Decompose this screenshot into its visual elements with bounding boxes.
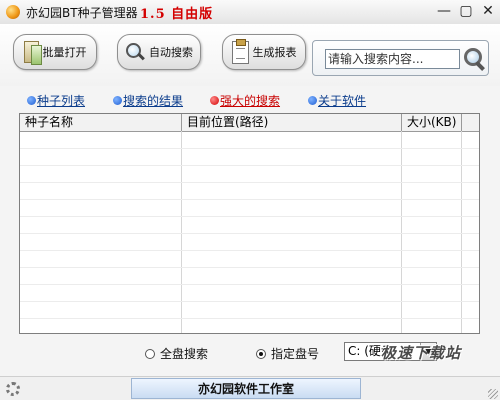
radio-indicator <box>145 348 155 359</box>
generate-report-label: 生成报表 <box>252 46 297 59</box>
bullet-icon <box>308 96 317 105</box>
batch-open-label: 批量打开 <box>42 46 87 59</box>
search-panel <box>312 40 489 76</box>
row-divider <box>20 250 479 251</box>
torrent-table[interactable]: 种子名称 目前位置(路径) 大小(KB) <box>19 113 480 334</box>
tab-label: 强大的搜索 <box>220 94 281 108</box>
radio-all-drives[interactable]: 全盘搜索 <box>145 345 208 362</box>
radio-indicator-checked <box>256 348 266 359</box>
column-header-size[interactable]: 大小(KB) <box>402 114 462 131</box>
bullet-icon <box>27 96 36 105</box>
row-divider <box>20 216 479 217</box>
tab-torrent-list[interactable]: 种子列表 <box>27 92 85 109</box>
table-header: 种子名称 目前位置(路径) 大小(KB) <box>20 114 479 132</box>
generate-report-button[interactable]: 生成报表 <box>222 34 306 70</box>
column-header-path[interactable]: 目前位置(路径) <box>182 114 402 131</box>
row-divider <box>20 301 479 302</box>
resize-grip-icon[interactable] <box>488 389 498 399</box>
radio-all-label: 全盘搜索 <box>160 347 209 361</box>
window-title: 亦幻园BT种子管理器 <box>26 6 138 20</box>
search-input[interactable] <box>325 49 460 69</box>
radio-drive-label: 指定盘号 <box>271 347 320 361</box>
row-divider <box>20 233 479 234</box>
title-bar: 亦幻园BT种子管理器 1.5 自由版 — ▢ ✕ <box>0 0 500 25</box>
search-icon[interactable] <box>459 43 487 73</box>
tab-label: 关于软件 <box>318 94 367 108</box>
row-divider <box>20 148 479 149</box>
bullet-icon <box>113 96 122 105</box>
auto-search-label: 自动搜索 <box>149 46 193 59</box>
row-divider <box>20 318 479 319</box>
studio-label: 亦幻园软件工作室 <box>131 378 361 399</box>
loading-spinner-icon <box>6 382 20 396</box>
magnifier-icon <box>125 42 145 62</box>
batch-open-button[interactable]: 批量打开 <box>13 34 97 70</box>
row-divider <box>20 165 479 166</box>
bullet-icon <box>210 96 219 105</box>
app-icon <box>6 5 20 19</box>
watermark-logo: 极速下载站 <box>381 344 462 362</box>
tab-label: 搜索的结果 <box>123 94 184 108</box>
row-divider <box>20 267 479 268</box>
app-window: 亦幻园BT种子管理器 1.5 自由版 — ▢ ✕ 批量打开 自动搜索 生成报表 … <box>0 0 500 400</box>
maximize-button[interactable]: ▢ <box>455 1 477 22</box>
tab-label: 种子列表 <box>37 94 86 108</box>
minimize-button[interactable]: — <box>433 1 455 22</box>
column-header-extra[interactable] <box>462 114 479 131</box>
radio-specific-drive[interactable]: 指定盘号 <box>256 345 319 362</box>
status-bar: 亦幻园软件工作室 <box>0 376 500 400</box>
clipboard-icon <box>231 38 249 64</box>
column-header-name[interactable]: 种子名称 <box>20 114 182 131</box>
tab-bar: 种子列表 搜索的结果 强大的搜索 关于软件 <box>0 86 500 110</box>
tab-powerful-search[interactable]: 强大的搜索 <box>210 92 280 109</box>
tab-search-results[interactable]: 搜索的结果 <box>113 92 183 109</box>
row-divider <box>20 182 479 183</box>
tab-about[interactable]: 关于软件 <box>308 92 366 109</box>
batch-open-icon <box>23 41 42 65</box>
close-button[interactable]: ✕ <box>476 1 500 22</box>
row-divider <box>20 284 479 285</box>
auto-search-button[interactable]: 自动搜索 <box>117 34 201 70</box>
window-version: 1.5 自由版 <box>140 7 214 22</box>
row-divider <box>20 199 479 200</box>
